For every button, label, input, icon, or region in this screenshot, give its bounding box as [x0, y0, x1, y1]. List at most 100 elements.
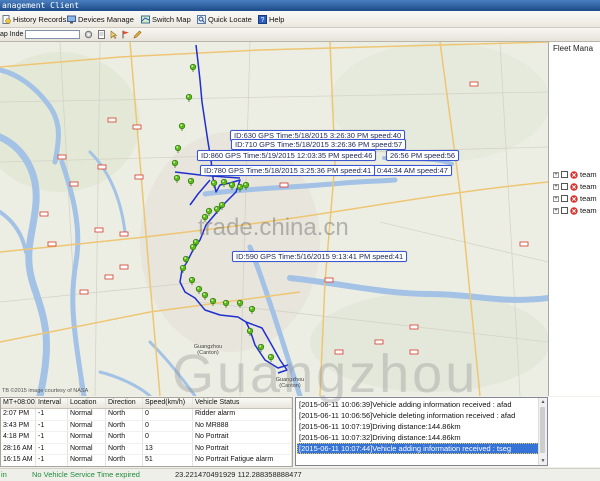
log-entry[interactable]: [2015-06-11 10:06:39]Vehicle adding info… — [297, 399, 539, 410]
fleet-tree-item[interactable]: + team — [549, 182, 600, 193]
cell-speed: 0 — [143, 432, 193, 443]
gps-point-tooltip[interactable]: ID:780 GPS Time:5/18/2015 3:25:36 PM spe… — [200, 165, 376, 176]
cell-interval: -1 — [36, 432, 68, 443]
pointer-icon[interactable] — [109, 30, 118, 39]
column-header-speed[interactable]: Speed(km/h) — [143, 398, 193, 408]
team-label: team — [580, 170, 597, 179]
road-shield — [107, 117, 117, 123]
team-label: team — [580, 206, 597, 215]
gps-point-tooltip[interactable]: ID:710 GPS Time:5/18/2015 3:26:36 PM spe… — [231, 139, 407, 150]
quick-locate-button[interactable]: Quick Locate — [197, 14, 252, 25]
map-view[interactable]: Guangzhou (Canton) Guangzhou (Canton) ID… — [0, 42, 548, 396]
log-entry[interactable]: [2015-06-11 10:07:32]Driving distance:14… — [297, 432, 539, 443]
road-shield — [279, 182, 289, 188]
scrollbar-thumb[interactable] — [540, 407, 545, 453]
settings-icon[interactable] — [84, 30, 93, 39]
pencil-icon[interactable] — [133, 30, 142, 39]
window-title: anagement Client — [2, 1, 80, 10]
table-row[interactable]: 2:07 PM -1 Normal North 0 Ridder alarm — [1, 409, 292, 421]
history-icon — [2, 15, 11, 24]
cell-direction: North — [106, 420, 143, 432]
scroll-down-icon[interactable]: ▼ — [539, 457, 547, 465]
cell-speed: 13 — [143, 443, 193, 455]
message-log[interactable]: [2015-06-11 10:06:39]Vehicle adding info… — [295, 397, 548, 466]
scroll-up-icon[interactable]: ▲ — [539, 398, 547, 406]
city-label-alt: (Canton) — [197, 350, 219, 356]
gps-point-tooltip[interactable]: ID:860 GPS Time:5/19/2015 12:03:35 PM sp… — [197, 150, 377, 161]
table-row[interactable]: 4:18 PM -1 Normal North 0 No Portrait — [1, 432, 292, 444]
team-label: team — [580, 182, 597, 191]
city-label: Guangzhou (Canton) — [191, 344, 225, 356]
fleet-tree-item[interactable]: + team — [549, 170, 600, 181]
cell-time: 4:18 PM — [1, 432, 36, 443]
flag-icon[interactable] — [121, 30, 130, 39]
road-shield — [409, 324, 419, 330]
column-header-time[interactable]: MT+08:00) — [1, 398, 36, 408]
column-header-status[interactable]: Vehicle Status — [193, 398, 292, 408]
gps-point-tooltip[interactable]: 0:44:34 AM speed:47 — [373, 165, 452, 176]
team-checkbox[interactable] — [561, 195, 568, 202]
road-shield — [519, 241, 529, 247]
table-row[interactable]: 3:43 PM -1 Normal North 0 No MR888 — [1, 420, 292, 433]
table-row[interactable]: 16:15 AM -1 Normal North 51 No Portrait … — [1, 455, 292, 466]
gps-point-tooltip[interactable]: 26:56 PM speed:56 — [386, 150, 460, 161]
land-areas — [0, 42, 548, 396]
cell-interval: -1 — [36, 443, 68, 455]
map-canvas[interactable] — [0, 42, 548, 396]
city-label-alt: (Canton) — [279, 383, 301, 389]
fleet-panel-title: Fleet Mana — [553, 44, 594, 53]
road-shield — [47, 241, 57, 247]
road-shield — [97, 164, 107, 170]
log-scrollbar[interactable]: ▲ ▼ — [538, 398, 547, 465]
cell-status: No Portrait — [193, 432, 292, 443]
fleet-tree-item[interactable]: + team — [549, 206, 600, 217]
history-records-button[interactable]: History Records — [2, 14, 66, 25]
fleet-tree-item[interactable]: + team — [549, 194, 600, 205]
help-button[interactable]: ? Help — [258, 14, 284, 25]
expand-icon[interactable]: + — [553, 184, 559, 190]
table-row[interactable]: 28:16 AM -1 Normal North 13 No Portrait — [1, 443, 292, 456]
map-icon — [141, 15, 150, 24]
cell-status: No MR888 — [193, 420, 292, 432]
expand-icon[interactable]: + — [553, 172, 559, 178]
road-shield — [94, 227, 104, 233]
monitor-icon — [67, 15, 76, 24]
offline-status-icon — [570, 207, 578, 215]
status-bar: in No Vehicle Service Time expired 23.22… — [0, 468, 600, 481]
devices-manage-button[interactable]: Devices Manage — [67, 14, 134, 25]
road-shield — [409, 349, 419, 355]
cell-interval: -1 — [36, 409, 68, 420]
status-prefix: in — [1, 470, 7, 479]
cell-speed: 0 — [143, 409, 193, 420]
team-checkbox[interactable] — [561, 183, 568, 190]
team-label: team — [580, 194, 597, 203]
cell-location: Normal — [68, 409, 106, 420]
cell-status: No Portrait Fatigue alarm — [193, 455, 292, 466]
road-shield — [324, 277, 334, 283]
expand-icon[interactable]: + — [553, 196, 559, 202]
table-header: MT+08:00) Interval Location Direction Sp… — [1, 398, 292, 409]
cell-location: Normal — [68, 420, 106, 432]
column-header-direction[interactable]: Direction — [106, 398, 143, 408]
offline-status-icon — [570, 171, 578, 179]
log-entry-selected[interactable]: [2015-06-11 10:07:44]Vehicle adding info… — [297, 443, 539, 454]
cell-location: Normal — [68, 432, 106, 443]
offline-status-icon — [570, 195, 578, 203]
map-copyright: TB ©2015 image courtesy of NASA — [2, 388, 89, 394]
document-icon[interactable] — [97, 30, 106, 39]
menu-bar: History Records Devices Manage Switch Ma… — [0, 11, 600, 28]
team-checkbox[interactable] — [561, 171, 568, 178]
map-index-input[interactable] — [25, 30, 80, 39]
column-header-location[interactable]: Location — [68, 398, 106, 408]
cell-location: Normal — [68, 455, 106, 466]
switch-map-button[interactable]: Switch Map — [141, 14, 191, 25]
road-shield — [79, 289, 89, 295]
log-entry[interactable]: [2015-06-11 10:06:56]Vehicle deleting in… — [297, 410, 539, 421]
gps-point-tooltip[interactable]: ID:590 GPS Time:5/16/2015 9:13:41 PM spe… — [232, 251, 408, 262]
map-toolbar: ap Inde — [0, 28, 600, 42]
help-label: Help — [269, 15, 285, 24]
expand-icon[interactable]: + — [553, 208, 559, 214]
team-checkbox[interactable] — [561, 207, 568, 214]
log-entry[interactable]: [2015-06-11 10:07:19]Driving distance:14… — [297, 421, 539, 432]
column-header-interval[interactable]: Interval — [36, 398, 68, 408]
